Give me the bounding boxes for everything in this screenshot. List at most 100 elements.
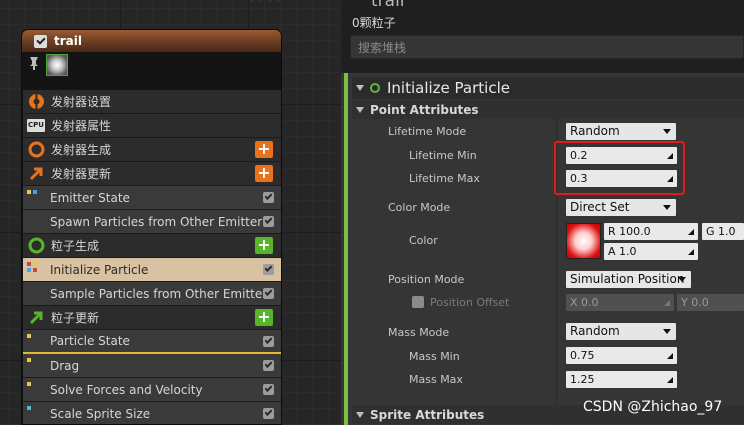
position-offset-y-field[interactable]: Y 0.0	[677, 294, 744, 311]
emitter-update-icon	[27, 165, 45, 183]
selection-panel: trail 0颗粒子 搜索堆栈 Initialize Particle Poin…	[341, 0, 744, 425]
emitter-enabled-checkbox[interactable]	[34, 34, 47, 48]
module-drag[interactable]: Drag	[23, 354, 281, 378]
mass-mode-label: Mass Mode	[388, 326, 450, 339]
position-offset-checkbox[interactable]	[412, 296, 424, 308]
module-emitter-state[interactable]: Emitter State	[23, 186, 281, 210]
module-enabled-checkbox[interactable]	[263, 408, 274, 419]
drag-grip-icon[interactable]	[687, 248, 694, 255]
mass-max-field[interactable]: 1.25	[566, 371, 677, 388]
sub-header-label: Sprite Attributes	[370, 407, 485, 422]
module-label: Drag	[50, 358, 80, 373]
add-emitter-spawn-module-button[interactable]: +	[255, 141, 273, 158]
watermark-text: CSDN @Zhichao_97	[583, 399, 723, 415]
drag-grip-icon[interactable]	[666, 376, 673, 383]
section-label: 发射器设置	[51, 95, 112, 109]
emitter-spawn-icon	[27, 141, 45, 159]
lifetime-mode-dropdown[interactable]: Random	[566, 123, 676, 140]
particle-spawn-icon	[27, 237, 45, 255]
section-particle-spawn[interactable]: 粒子生成 +	[23, 234, 281, 258]
section-label: 发射器更新	[51, 167, 112, 181]
add-particle-spawn-module-button[interactable]: +	[255, 237, 273, 254]
add-particle-update-module-button[interactable]: +	[255, 309, 273, 326]
position-mode-dropdown[interactable]: Simulation Position	[566, 271, 691, 288]
module-enabled-checkbox[interactable]	[263, 192, 274, 203]
position-offset-label: Position Offset	[430, 296, 510, 309]
emitter-stack: 发射器设置 CPU 发射器属性 发射器生成 + 发射器更新 + Emitter …	[23, 90, 281, 424]
drag-grip-icon[interactable]	[687, 228, 694, 235]
color-mode-dropdown[interactable]: Direct Set	[566, 199, 676, 216]
section-particle-update[interactable]: 粒子更新 +	[23, 306, 281, 330]
section-emitter-properties[interactable]: CPU 发射器属性	[23, 114, 281, 138]
module-label: Solve Forces and Velocity	[50, 382, 203, 397]
emitter-header[interactable]: trail	[22, 30, 281, 52]
module-details: Initialize Particle Point Attributes Lif…	[341, 73, 744, 425]
module-label: Particle State	[50, 334, 130, 348]
lifetime-max-label: Lifetime Max	[409, 172, 480, 185]
emitter-name: trail	[54, 34, 82, 48]
module-label: Initialize Particle	[50, 262, 149, 277]
module-color-dots-icon	[27, 406, 43, 422]
panel-title: trail	[371, 0, 405, 11]
annotation-highlight-box	[554, 141, 685, 195]
graph-canvas[interactable]: · · · · trail 发射器设置 CPU 发射器属性 发射器生成 + 发射…	[0, 0, 341, 425]
category-title: Initialize Particle	[387, 79, 510, 97]
add-emitter-update-module-button[interactable]: +	[255, 165, 273, 182]
particle-update-icon	[27, 309, 45, 327]
module-solve-forces-and-velocity[interactable]: Solve Forces and Velocity	[23, 378, 281, 402]
module-enabled-checkbox[interactable]	[263, 384, 274, 395]
module-color-dots-icon	[27, 262, 43, 278]
color-swatch[interactable]	[566, 223, 601, 259]
point-attributes-header[interactable]: Point Attributes	[352, 100, 744, 119]
module-enabled-checkbox[interactable]	[263, 216, 274, 227]
module-particle-state[interactable]: Particle State	[23, 330, 281, 354]
module-initialize-particle[interactable]: Initialize Particle	[23, 258, 281, 282]
mass-min-label: Mass Min	[409, 350, 460, 363]
color-r-field[interactable]: R 100.0	[604, 223, 698, 240]
collapse-arrow-icon[interactable]	[356, 411, 364, 418]
graph-overflow-text: · · · ·	[250, 0, 282, 7]
color-a-field[interactable]: A 1.0	[604, 243, 698, 260]
emitter-node[interactable]: trail 发射器设置 CPU 发射器属性 发射器生成 + 发射器更新 + Em…	[21, 29, 282, 425]
pin-icon[interactable]	[28, 56, 40, 74]
section-emitter-settings[interactable]: 发射器设置	[23, 90, 281, 114]
mass-max-label: Mass Max	[409, 373, 463, 386]
module-label: Spawn Particles from Other Emitter	[50, 214, 263, 229]
mass-mode-dropdown[interactable]: Random	[566, 323, 676, 340]
module-color-dots-icon	[27, 190, 43, 206]
module-label: Scale Sprite Size	[50, 406, 151, 421]
collapse-arrow-icon[interactable]	[356, 85, 364, 91]
drag-grip-icon[interactable]	[666, 352, 673, 359]
color-g-value: G 1.0	[706, 225, 736, 238]
section-label: 发射器属性	[51, 119, 112, 133]
module-enabled-checkbox[interactable]	[263, 288, 274, 299]
module-spawn-particles-from-other-emitter[interactable]: Spawn Particles from Other Emitter	[23, 210, 281, 234]
module-scale-sprite-size[interactable]: Scale Sprite Size	[23, 402, 281, 424]
emitter-thumbnail[interactable]	[46, 54, 68, 76]
position-offset-x-field[interactable]: X 0.0	[566, 294, 674, 311]
collapse-arrow-icon[interactable]	[356, 106, 364, 113]
section-label: 粒子更新	[51, 311, 100, 325]
section-label: 发射器生成	[51, 143, 112, 157]
section-emitter-spawn[interactable]: 发射器生成 +	[23, 138, 281, 162]
initialize-particle-header[interactable]: Initialize Particle	[352, 77, 744, 99]
lifetime-mode-label: Lifetime Mode	[388, 125, 467, 138]
module-enabled-checkbox[interactable]	[263, 264, 274, 275]
particle-spawn-ring-icon	[370, 83, 380, 93]
position-offset-y-value: Y 0.0	[681, 296, 709, 309]
module-enabled-checkbox[interactable]	[263, 336, 274, 347]
color-g-field[interactable]: G 1.0	[702, 223, 744, 240]
drag-grip-icon[interactable]	[663, 299, 670, 306]
section-emitter-update[interactable]: 发射器更新 +	[23, 162, 281, 186]
color-r-value: R 100.0	[608, 225, 651, 238]
stack-search-input[interactable]: 搜索堆栈	[350, 35, 744, 59]
color-mode-label: Color Mode	[388, 201, 451, 214]
module-sample-particles-from-other-emitter[interactable]: Sample Particles from Other Emitter	[23, 282, 281, 306]
module-enabled-checkbox[interactable]	[263, 360, 274, 371]
module-color-dots-icon	[27, 382, 43, 398]
particle-count: 0颗粒子	[352, 16, 396, 30]
mass-min-field[interactable]: 0.75	[566, 347, 677, 364]
mass-min-value: 0.75	[570, 349, 595, 362]
color-a-value: A 1.0	[608, 245, 637, 258]
cpu-icon-text: CPU	[27, 119, 45, 132]
